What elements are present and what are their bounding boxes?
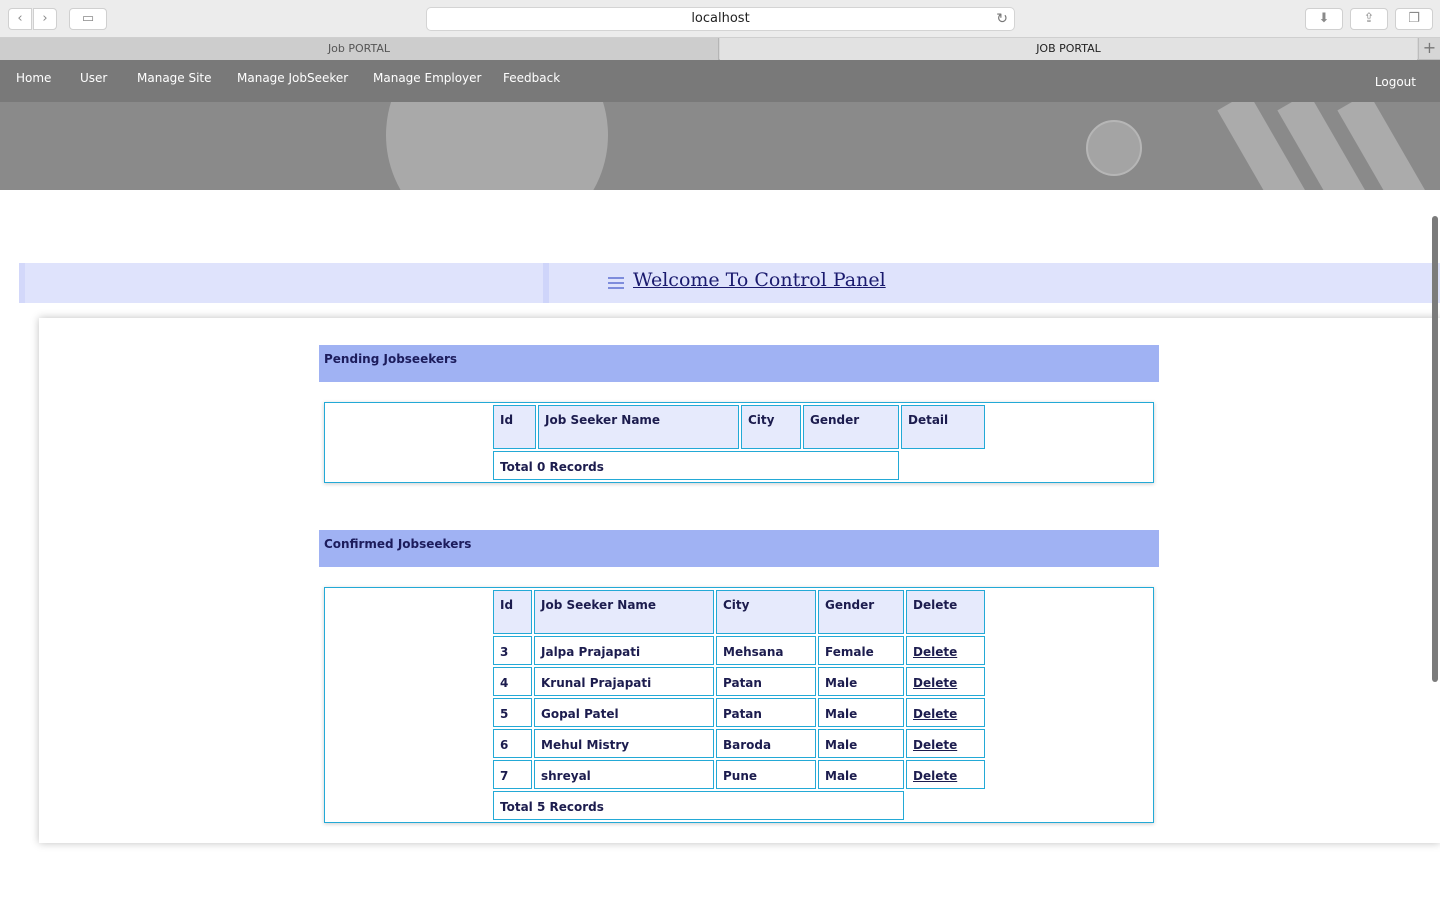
pending-section-heading: Pending Jobseekers — [319, 345, 1159, 382]
table-row-gender: Male — [818, 760, 904, 789]
confirmed-col-city: City — [716, 590, 816, 634]
table-row-id: 6 — [493, 729, 532, 758]
table-row-gender: Male — [818, 698, 904, 727]
site-navbar: Home User Manage Site Manage JobSeeker M… — [0, 60, 1440, 102]
confirmed-total: Total 5 Records — [493, 791, 904, 820]
table-row-name: shreyal — [534, 760, 714, 789]
browser-toolbar: ‹ › ▭ localhost ↻ ⬇ ⇪ ❐ — [0, 0, 1440, 38]
browser-tab-1[interactable]: Job PORTAL — [0, 38, 719, 60]
confirmed-col-id: Id — [493, 590, 532, 634]
delete-link[interactable]: Delete — [913, 738, 957, 752]
sidebar-toggle-icon[interactable]: ▭ — [69, 8, 107, 30]
back-arrow-icon[interactable]: ‹ — [8, 8, 32, 30]
table-row-city: Baroda — [716, 729, 816, 758]
table-row-action-cell: Delete — [906, 636, 985, 665]
table-row-name: Krunal Prajapati — [534, 667, 714, 696]
delete-link[interactable]: Delete — [913, 707, 957, 721]
nav-feedback[interactable]: Feedback — [503, 71, 560, 85]
table-row-gender: Male — [818, 729, 904, 758]
table-row-action-cell: Delete — [906, 698, 985, 727]
pending-col-city: City — [741, 405, 801, 449]
hero-banner — [0, 102, 1440, 190]
new-tab-icon[interactable]: + — [1418, 38, 1440, 60]
nav-user[interactable]: User — [80, 71, 107, 85]
confirmed-col-gender: Gender — [818, 590, 904, 634]
pending-col-id: Id — [493, 405, 536, 449]
table-row-action-cell: Delete — [906, 760, 985, 789]
confirmed-section-heading: Confirmed Jobseekers — [319, 530, 1159, 567]
tab-bar: Job PORTAL JOB PORTAL + — [0, 38, 1440, 60]
table-row-name: Gopal Patel — [534, 698, 714, 727]
pending-total: Total 0 Records — [493, 451, 899, 480]
reload-icon[interactable]: ↻ — [996, 8, 1008, 30]
table-row-city: Mehsana — [716, 636, 816, 665]
table-row-action-cell: Delete — [906, 729, 985, 758]
confirmed-col-name: Job Seeker Name — [534, 590, 714, 634]
pending-col-name: Job Seeker Name — [538, 405, 739, 449]
scrollbar-thumb[interactable] — [1432, 216, 1438, 682]
welcome-title-link[interactable]: Welcome To Control Panel — [633, 269, 886, 291]
pending-col-gender: Gender — [803, 405, 899, 449]
table-row-action-cell: Delete — [906, 667, 985, 696]
pending-col-detail: Detail — [901, 405, 985, 449]
logout-link[interactable]: Logout — [1375, 75, 1416, 89]
hero-decoration — [1086, 120, 1142, 176]
hero-decoration — [386, 102, 608, 190]
welcome-bar-edge — [19, 263, 25, 303]
url-text: localhost — [691, 11, 750, 26]
table-row-gender: Male — [818, 667, 904, 696]
welcome-bar-divider — [543, 263, 549, 303]
table-row-city: Pune — [716, 760, 816, 789]
table-row-id: 7 — [493, 760, 532, 789]
browser-tab-2[interactable]: JOB PORTAL — [720, 38, 1417, 60]
confirmed-col-delete: Delete — [906, 590, 985, 634]
table-row-city: Patan — [716, 667, 816, 696]
nav-home[interactable]: Home — [16, 71, 51, 85]
table-row-name: Mehul Mistry — [534, 729, 714, 758]
nav-manage-jobseeker[interactable]: Manage JobSeeker — [237, 71, 348, 85]
table-row-id: 3 — [493, 636, 532, 665]
table-row-gender: Female — [818, 636, 904, 665]
download-icon[interactable]: ⬇ — [1305, 8, 1343, 30]
table-row-id: 4 — [493, 667, 532, 696]
nav-manage-employer[interactable]: Manage Employer — [373, 71, 481, 85]
menu-icon[interactable] — [608, 277, 624, 289]
share-icon[interactable]: ⇪ — [1350, 8, 1388, 30]
delete-link[interactable]: Delete — [913, 645, 957, 659]
address-bar[interactable]: localhost ↻ — [426, 7, 1015, 31]
delete-link[interactable]: Delete — [913, 676, 957, 690]
tab-overview-icon[interactable]: ❐ — [1395, 8, 1433, 30]
table-row-city: Patan — [716, 698, 816, 727]
delete-link[interactable]: Delete — [913, 769, 957, 783]
table-row-id: 5 — [493, 698, 532, 727]
forward-arrow-icon[interactable]: › — [33, 8, 57, 30]
nav-manage-site[interactable]: Manage Site — [137, 71, 212, 85]
table-row-name: Jalpa Prajapati — [534, 636, 714, 665]
